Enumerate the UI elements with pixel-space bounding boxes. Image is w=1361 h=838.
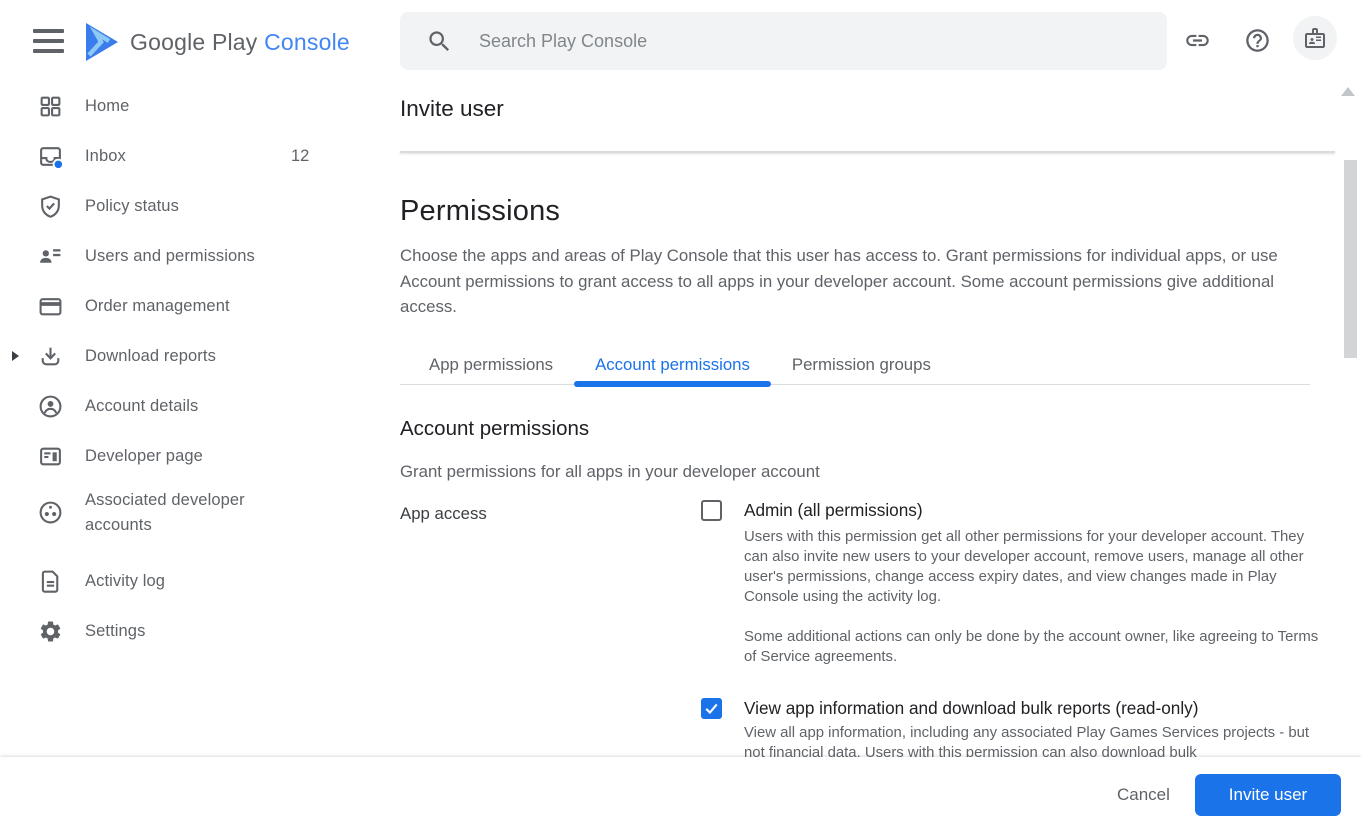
account-badge-button[interactable]	[1293, 16, 1337, 60]
sidebar-item-home[interactable]: Home	[0, 81, 365, 131]
sidebar-item-label: Account details	[85, 397, 198, 416]
invite-user-button[interactable]: Invite user	[1195, 774, 1341, 816]
app-logo-text: Google Play Console	[130, 29, 350, 56]
account-details-icon	[38, 394, 63, 419]
sidebar-item-order-management[interactable]: Order management	[0, 281, 365, 331]
inbox-icon	[38, 144, 63, 169]
cancel-button[interactable]: Cancel	[1099, 774, 1188, 816]
developer-page-icon	[38, 444, 63, 469]
admin-permission-note: Some additional actions can only be done…	[744, 627, 1319, 667]
view-app-info-checkbox[interactable]	[701, 698, 722, 719]
activity-log-icon	[38, 569, 63, 594]
logo-console: Console	[264, 29, 350, 55]
policy-shield-icon	[38, 194, 63, 219]
sidebar-item-label: Users and permissions	[85, 247, 255, 266]
sidebar-item-label: Associated developer accounts	[85, 488, 290, 538]
sidebar-item-label: Home	[85, 97, 129, 116]
permissions-description: Choose the apps and areas of Play Consol…	[400, 243, 1318, 320]
app-access-label: App access	[400, 504, 487, 524]
settings-gear-icon	[38, 619, 63, 644]
sidebar-item-download-reports[interactable]: Download reports	[0, 331, 365, 381]
sidebar-item-label: Settings	[85, 622, 145, 641]
checkmark-icon	[703, 700, 720, 717]
sidebar-item-users-permissions[interactable]: Users and permissions	[0, 231, 365, 281]
view-app-info-label: View app information and download bulk r…	[744, 698, 1198, 719]
home-grid-icon	[38, 94, 63, 119]
footer-action-bar: Cancel Invite user	[0, 757, 1361, 838]
admin-permission-label: Admin (all permissions)	[744, 500, 923, 521]
tab-account-permissions[interactable]: Account permissions	[574, 345, 771, 384]
expand-caret-icon[interactable]	[12, 351, 19, 361]
sidebar-item-label: Order management	[85, 297, 230, 316]
order-card-icon	[38, 294, 63, 319]
title-divider	[400, 151, 1335, 153]
tab-app-permissions[interactable]: App permissions	[408, 345, 574, 384]
sidebar-item-label: Download reports	[85, 347, 216, 366]
search-input[interactable]	[479, 31, 1119, 52]
sidebar-item-developer-page[interactable]: Developer page	[0, 431, 365, 481]
sidebar-item-label: Developer page	[85, 447, 203, 466]
admin-permission-description: Users with this permission get all other…	[744, 527, 1319, 607]
users-permissions-icon	[38, 244, 63, 269]
inbox-count-badge: 12	[291, 147, 309, 166]
help-icon[interactable]	[1244, 27, 1271, 54]
app-logo[interactable]: Google Play Console	[84, 22, 350, 62]
play-logo-icon	[84, 22, 120, 62]
search-bar[interactable]	[400, 12, 1167, 70]
account-badge-icon	[1303, 26, 1327, 50]
download-icon	[38, 344, 63, 369]
logo-google-play: Google Play	[130, 29, 258, 55]
associated-accounts-icon	[38, 500, 63, 525]
sidebar-item-inbox[interactable]: Inbox 12	[0, 131, 365, 181]
page-title: Invite user	[400, 96, 504, 122]
sidebar-item-policy-status[interactable]: Policy status	[0, 181, 365, 231]
section-subtitle: Grant permissions for all apps in your d…	[400, 462, 820, 482]
scrollbar-thumb[interactable]	[1344, 160, 1357, 358]
sidebar-item-settings[interactable]: Settings	[0, 606, 365, 656]
scrollbar-up-arrow[interactable]	[1341, 87, 1355, 96]
section-heading: Account permissions	[400, 417, 589, 441]
sidebar-item-associated-developer-accounts[interactable]: Associated developer accounts	[0, 481, 365, 544]
permissions-heading: Permissions	[400, 195, 560, 228]
sidebar-item-label: Activity log	[85, 572, 165, 591]
permissions-tabs: App permissions Account permissions Perm…	[400, 345, 1310, 385]
menu-icon[interactable]	[33, 29, 65, 55]
top-bar: Google Play Console	[0, 0, 1361, 84]
admin-checkbox[interactable]	[701, 500, 722, 521]
sidebar-item-account-details[interactable]: Account details	[0, 381, 365, 431]
sidebar-item-label: Policy status	[85, 197, 179, 216]
sidebar-item-activity-log[interactable]: Activity log	[0, 556, 365, 606]
search-icon	[426, 28, 453, 55]
sidebar-item-label: Inbox	[85, 147, 126, 166]
link-icon[interactable]	[1184, 27, 1211, 54]
play-console-window: Google Play Console	[0, 0, 1361, 838]
tab-permission-groups[interactable]: Permission groups	[771, 345, 952, 384]
